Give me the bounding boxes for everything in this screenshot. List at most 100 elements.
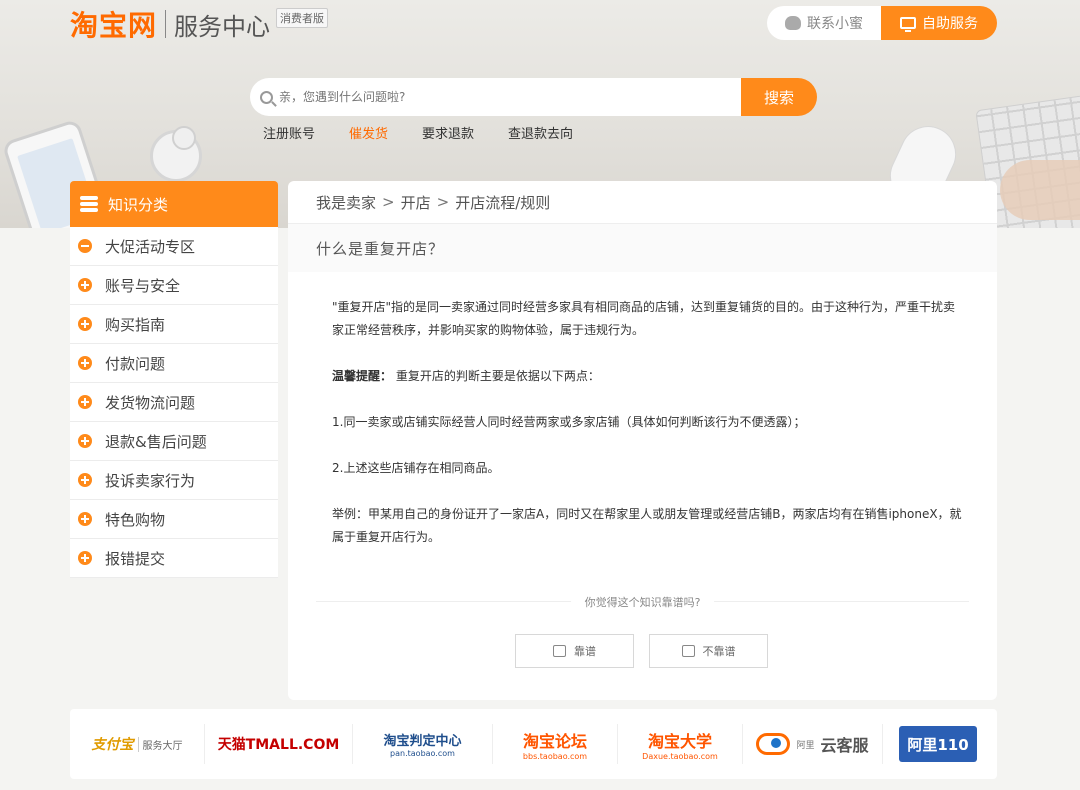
- sidebar-list: 大促活动专区 账号与安全 购买指南 付款问题 发货物流问题 退款&售后问题 投诉…: [70, 227, 278, 578]
- plus-circle-icon: [78, 356, 92, 370]
- university-logo: 淘宝大学: [647, 731, 712, 751]
- sidebar-item-label: 账号与安全: [105, 276, 181, 295]
- plus-circle-icon: [78, 434, 92, 448]
- tmall-link[interactable]: 天猫TMALL.COM: [205, 724, 353, 764]
- feedback-question: 你觉得这个知识靠谱吗?: [570, 594, 715, 610]
- not-helpful-button[interactable]: 不靠谱: [649, 634, 768, 668]
- cloud-service-logo: 云客服: [820, 736, 869, 755]
- search-box[interactable]: [250, 78, 741, 116]
- partner-links: 支付宝 服务大厅 天猫TMALL.COM 淘宝判定中心 pan.taobao.c…: [70, 709, 997, 779]
- alipay-service-link[interactable]: 支付宝 服务大厅: [70, 724, 205, 764]
- contact-assistant-label: 联系小蜜: [807, 16, 863, 32]
- top-actions: 联系小蜜 自助服务: [767, 6, 997, 40]
- quick-link-urge-shipping[interactable]: 催发货: [349, 123, 388, 142]
- ali110-logo: 阿里110: [899, 726, 977, 762]
- taobao-university-link[interactable]: 淘宝大学 Daxue.taobao.com: [618, 724, 743, 764]
- site-logo[interactable]: 淘宝网 服务中心 消费者版: [70, 4, 329, 44]
- article-panel: 我是卖家 > 开店 > 开店流程/规则 什么是重复开店？ "重复开店"指的是同一…: [288, 181, 997, 700]
- self-service-button[interactable]: 自助服务: [881, 6, 997, 40]
- knowledge-sidebar: 知识分类 大促活动专区 账号与安全 购买指南 付款问题 发货物流问题 退款&售后…: [70, 181, 278, 578]
- forum-logo: 淘宝论坛: [522, 731, 587, 751]
- breadcrumb-open-shop[interactable]: 开店: [401, 192, 431, 213]
- taobao-judge-link[interactable]: 淘宝判定中心 pan.taobao.com: [353, 724, 493, 764]
- sidebar-item-complaint[interactable]: 投诉卖家行为: [70, 461, 278, 500]
- monitor-icon: [900, 17, 916, 32]
- sidebar-header: 知识分类: [70, 181, 278, 227]
- sidebar-item-special-shopping[interactable]: 特色购物: [70, 500, 278, 539]
- sidebar-item-label: 退款&售后问题: [105, 432, 207, 451]
- logo-taobao: 淘宝网: [70, 9, 158, 42]
- plus-circle-icon: [78, 278, 92, 292]
- hand-illustration: [1000, 160, 1080, 220]
- search-button[interactable]: 搜索: [741, 78, 817, 116]
- sidebar-item-label: 报错提交: [105, 549, 166, 568]
- tip-text: 重复开店的判断主要是依据以下两点：: [392, 369, 600, 383]
- cloud-prefix: 阿里: [796, 740, 815, 751]
- sidebar-item-label: 大促活动专区: [105, 237, 196, 256]
- not-helpful-label: 不靠谱: [702, 645, 736, 658]
- sidebar-item-shipping[interactable]: 发货物流问题: [70, 383, 278, 422]
- forum-url: bbs.taobao.com: [522, 751, 588, 761]
- sidebar-item-report-error[interactable]: 报错提交: [70, 539, 278, 578]
- plus-circle-icon: [78, 317, 92, 331]
- sidebar-item-label: 购买指南: [105, 315, 166, 334]
- sidebar-item-payment[interactable]: 付款问题: [70, 344, 278, 383]
- ali110-link[interactable]: 阿里110: [883, 724, 993, 764]
- sidebar-item-label: 投诉卖家行为: [105, 471, 196, 490]
- quick-link-request-refund[interactable]: 要求退款: [422, 123, 474, 142]
- minus-circle-icon: [78, 239, 92, 253]
- sidebar-item-promotions[interactable]: 大促活动专区: [70, 227, 278, 266]
- plus-circle-icon: [78, 512, 92, 526]
- sidebar-item-label: 付款问题: [105, 354, 166, 373]
- consumer-version-badge: 消费者版: [276, 8, 329, 28]
- breadcrumb-separator: >: [436, 193, 450, 211]
- sidebar-item-buying-guide[interactable]: 购买指南: [70, 305, 278, 344]
- breadcrumb-process-rules[interactable]: 开店流程/规则: [455, 192, 550, 213]
- tmall-logo: 天猫TMALL.COM: [217, 737, 340, 753]
- search-bar: 搜索: [250, 78, 817, 116]
- quick-link-refund-status[interactable]: 查退款去向: [508, 123, 573, 142]
- logo-service-center: 服务中心: [174, 12, 271, 41]
- sidebar-item-account-security[interactable]: 账号与安全: [70, 266, 278, 305]
- sidebar-title: 知识分类: [108, 195, 169, 214]
- university-url: Daxue.taobao.com: [642, 751, 718, 761]
- taobao-forum-link[interactable]: 淘宝论坛 bbs.taobao.com: [493, 724, 618, 764]
- thumbs-up-icon: [553, 645, 566, 657]
- logo-divider: [165, 10, 167, 38]
- quick-links: 注册账号 催发货 要求退款 查退款去向: [263, 123, 607, 142]
- judge-url: pan.taobao.com: [390, 749, 455, 758]
- judge-logo: 淘宝判定中心: [383, 734, 462, 749]
- alipay-sub-label: 服务大厅: [137, 736, 183, 752]
- breadcrumb-separator: >: [382, 193, 395, 211]
- layers-icon: [80, 196, 98, 212]
- assistant-icon: [785, 16, 801, 30]
- tip-label: 温馨提醒：: [332, 369, 393, 383]
- plus-circle-icon: [78, 473, 92, 487]
- alipay-logo: 支付宝: [91, 737, 134, 753]
- article-body: "重复开店"指的是同一卖家通过同时经营多家具有相同商品的店铺，达到重复铺货的目的…: [288, 272, 997, 549]
- sidebar-item-label: 特色购物: [105, 510, 166, 529]
- article-paragraph: 1.同一卖家或店铺实际经营人同时经营两家或多家店铺（具体如何判断该行为不便透露）…: [332, 415, 806, 429]
- feedback-divider: 你觉得这个知识靠谱吗?: [316, 592, 969, 612]
- article-paragraph: 举例：甲某用自己的身份证开了一家店A，同时又在帮家里人或朋友管理或经营店铺B，两…: [332, 507, 962, 544]
- sidebar-item-label: 发货物流问题: [105, 393, 196, 412]
- article-paragraph: "重复开店"指的是同一卖家通过同时经营多家具有相同商品的店铺，达到重复铺货的目的…: [332, 300, 956, 337]
- stopwatch-top-illustration: [172, 126, 196, 150]
- helpful-button[interactable]: 靠谱: [515, 634, 634, 668]
- breadcrumb-seller[interactable]: 我是卖家: [316, 192, 376, 213]
- contact-assistant-button[interactable]: 联系小蜜: [767, 6, 881, 40]
- cloud-service-link[interactable]: 阿里 云客服: [743, 724, 883, 764]
- cloud-icon: [756, 733, 791, 755]
- article-paragraph: 2.上述这些店铺存在相同商品。: [332, 461, 500, 475]
- quick-link-register[interactable]: 注册账号: [263, 123, 315, 142]
- plus-circle-icon: [78, 395, 92, 409]
- sidebar-item-refund[interactable]: 退款&售后问题: [70, 422, 278, 461]
- search-icon: [260, 90, 273, 104]
- breadcrumb: 我是卖家 > 开店 > 开店流程/规则: [288, 181, 997, 224]
- helpful-label: 靠谱: [574, 645, 596, 658]
- search-input[interactable]: [279, 90, 741, 104]
- thumbs-down-icon: [681, 645, 695, 657]
- self-service-label: 自助服务: [922, 16, 978, 32]
- article-tip: 温馨提醒： 重复开店的判断主要是依据以下两点：: [332, 365, 967, 388]
- plus-circle-icon: [78, 551, 92, 565]
